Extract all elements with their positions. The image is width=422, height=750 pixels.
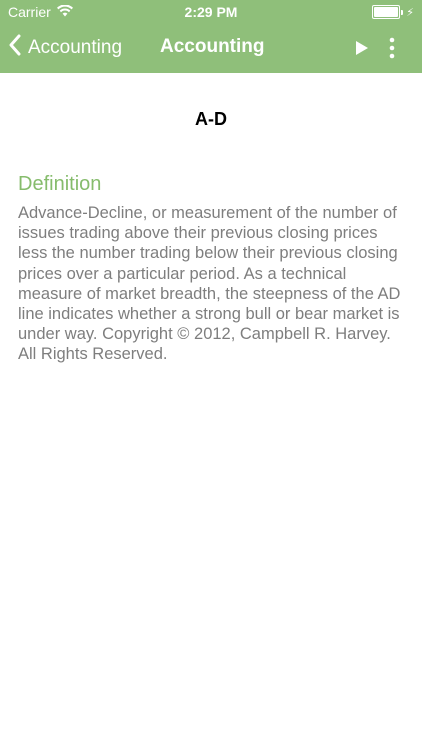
page-title: Accounting <box>160 36 265 57</box>
play-icon <box>352 41 372 62</box>
charging-bolt-icon: ⚡ <box>406 6 414 19</box>
definition-heading: Definition <box>18 173 102 195</box>
battery-icon: ⚡ <box>372 5 414 19</box>
top-bar: Carrier 2:29 PM ⚡ Accounting Accounting <box>0 0 422 73</box>
term-title: A-D <box>195 109 227 129</box>
status-time: 2:29 PM <box>184 4 238 20</box>
navigation-bar: Accounting Accounting <box>0 24 422 73</box>
status-bar: Carrier 2:29 PM ⚡ <box>0 0 422 24</box>
definition-text: Advance-Decline, or measurement of the n… <box>18 204 401 364</box>
back-button[interactable]: Accounting <box>8 34 122 62</box>
more-menu-button[interactable] <box>382 36 402 60</box>
more-vertical-icon <box>382 37 402 64</box>
screen: Carrier 2:29 PM ⚡ Accounting Accounting … <box>0 0 422 750</box>
play-button[interactable] <box>352 38 372 58</box>
chevron-left-icon <box>8 34 28 62</box>
back-button-label: Accounting <box>28 37 123 58</box>
battery-fill <box>374 7 399 17</box>
